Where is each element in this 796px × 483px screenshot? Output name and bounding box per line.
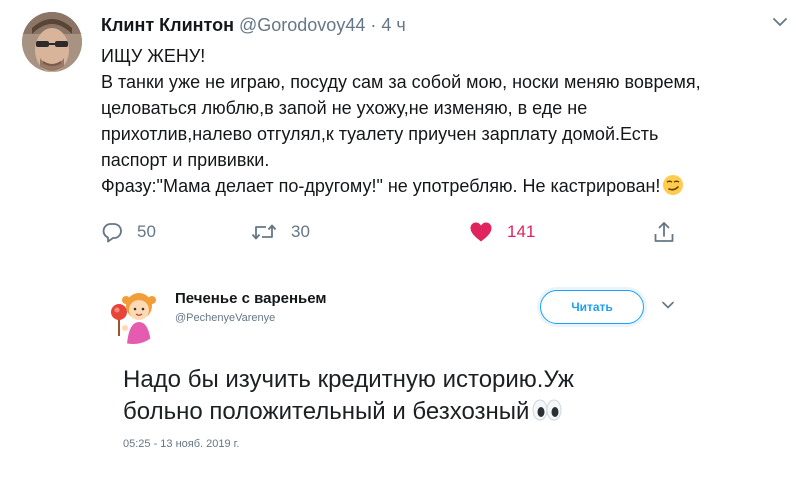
author-handle[interactable]: @Gorodovoy44 bbox=[239, 15, 365, 35]
retweet-count: 30 bbox=[291, 222, 310, 241]
reply-icon bbox=[102, 223, 122, 243]
smirking-face-emoji-icon bbox=[663, 175, 684, 195]
embedded-avatar[interactable] bbox=[103, 284, 163, 344]
reply-button[interactable]: 50 bbox=[101, 218, 156, 246]
tweet-line: целоваться люблю,в запой не ухожу,не изм… bbox=[101, 98, 588, 118]
author-name[interactable]: Клинт Клинтон bbox=[101, 15, 234, 35]
embedded-author-handle[interactable]: @PechenyeVarenye bbox=[175, 312, 275, 324]
embedded-tweet[interactable]: Печенье с вареньем @PechenyeVarenye Чита… bbox=[103, 270, 693, 475]
tweet-text: ИЩУ ЖЕНУ! В танки уже не играю, посуду с… bbox=[101, 43, 791, 199]
chevron-down-icon[interactable] bbox=[661, 300, 675, 310]
author-avatar[interactable] bbox=[22, 12, 82, 72]
tweet-header: Клинт Клинтон @Gorodovoy44 · 4 ч bbox=[101, 14, 406, 36]
reply-count: 50 bbox=[137, 222, 156, 241]
share-icon bbox=[654, 222, 674, 242]
retweet-button[interactable]: 30 bbox=[251, 218, 310, 246]
tweet-line: В танки уже не играю, посуду сам за собо… bbox=[101, 72, 701, 92]
tweet-line-last: Фразу:"Мама делает по-другому!" не употр… bbox=[101, 173, 791, 199]
tweet-time[interactable]: 4 ч bbox=[381, 15, 405, 35]
share-button[interactable] bbox=[652, 218, 676, 246]
girl-with-lollipop-icon bbox=[103, 284, 163, 344]
retweet-icon bbox=[251, 224, 277, 240]
tweet-line: Фразу:"Мама делает по-другому!" не употр… bbox=[101, 176, 661, 196]
tweet: Клинт Клинтон @Gorodovoy44 · 4 ч ИЩУ ЖЕН… bbox=[0, 0, 796, 260]
like-count: 141 bbox=[507, 222, 536, 241]
like-button[interactable]: 141 bbox=[469, 218, 535, 246]
embedded-author-name[interactable]: Печенье с вареньем bbox=[175, 290, 327, 307]
avatar-photo-icon bbox=[22, 12, 82, 72]
follow-button[interactable]: Читать bbox=[540, 290, 644, 324]
tweet-line: ИЩУ ЖЕНУ! bbox=[101, 46, 206, 66]
embedded-tweet-date[interactable]: 05:25 - 13 нояб. 2019 г. bbox=[123, 438, 239, 450]
tweet-line: паспорт и прививки. bbox=[101, 150, 270, 170]
tweet-actions: 50 30 141 bbox=[101, 218, 701, 246]
chevron-down-icon[interactable] bbox=[770, 14, 790, 30]
separator-dot: · bbox=[370, 15, 377, 35]
eyes-emoji-icon bbox=[532, 399, 562, 421]
embedded-text-line: больно положительный и безхозный bbox=[123, 398, 530, 425]
heart-icon bbox=[470, 222, 492, 242]
embedded-text-line-last: больно положительный и безхозный bbox=[123, 396, 574, 428]
tweet-line: прихотлив,налево отгулял,к туалету приуч… bbox=[101, 124, 659, 144]
embedded-text-line: Надо бы изучить кредитную историю.Уж bbox=[123, 366, 574, 393]
embedded-tweet-text: Надо бы изучить кредитную историю.Уж бол… bbox=[123, 364, 574, 428]
